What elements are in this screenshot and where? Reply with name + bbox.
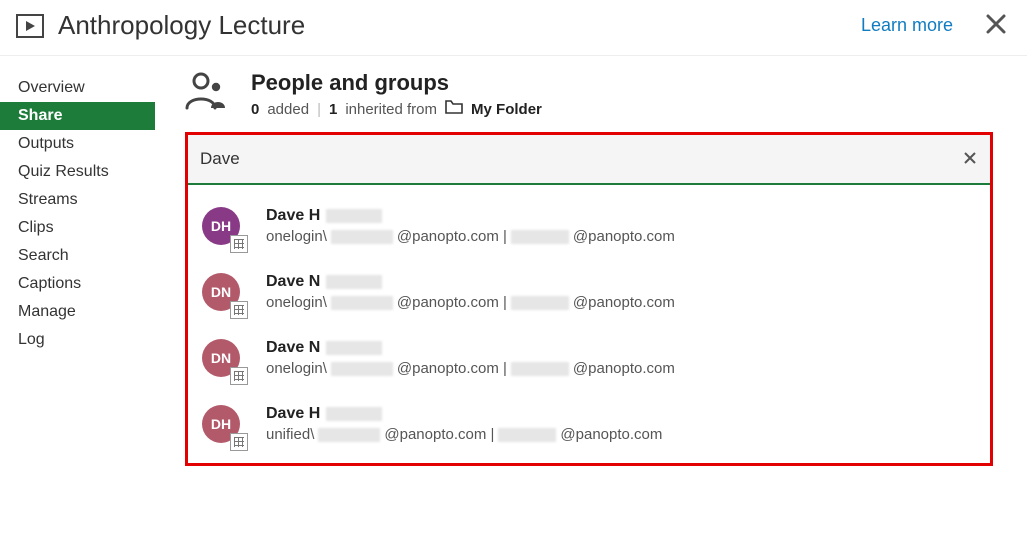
dialog-header: Anthropology Lecture Learn more [0, 0, 1027, 56]
sidebar-item-manage[interactable]: Manage [0, 298, 155, 326]
redacted [511, 296, 569, 310]
inherited-label: inherited from [345, 101, 437, 118]
search-result[interactable]: DN Dave N onelogin\@panopto.com | @panopto… [202, 327, 976, 393]
redacted [511, 230, 569, 244]
redacted [326, 407, 382, 421]
result-detail: onelogin\@panopto.com | @panopto.com [266, 294, 976, 311]
sidebar-item-overview[interactable]: Overview [0, 74, 155, 102]
share-subline: 0 added | 1 inherited from My Folder [251, 100, 542, 118]
result-name: Dave N [266, 273, 976, 291]
result-detail: onelogin\@panopto.com | @panopto.com [266, 228, 976, 245]
redacted [326, 209, 382, 223]
sidebar-item-clips[interactable]: Clips [0, 214, 155, 242]
folder-name: My Folder [471, 101, 542, 118]
sidebar-item-outputs[interactable]: Outputs [0, 130, 155, 158]
video-icon [16, 14, 44, 38]
result-name: Dave N [266, 339, 976, 357]
redacted [331, 362, 393, 376]
folder-icon [445, 100, 463, 118]
sidebar-item-quiz-results[interactable]: Quiz Results [0, 158, 155, 186]
redacted [498, 428, 556, 442]
avatar: DH [202, 405, 244, 447]
sidebar-item-search[interactable]: Search [0, 242, 155, 270]
share-panel: People and groups 0 added | 1 inherited … [155, 56, 1027, 466]
result-detail: unified\@panopto.com | @panopto.com [266, 426, 976, 443]
result-detail: onelogin\@panopto.com | @panopto.com [266, 360, 976, 377]
page-title: Anthropology Lecture [58, 10, 305, 41]
inherited-count: 1 [329, 101, 337, 118]
redacted [331, 230, 393, 244]
sidebar-item-streams[interactable]: Streams [0, 186, 155, 214]
sidebar-item-captions[interactable]: Captions [0, 270, 155, 298]
people-search-input[interactable] [188, 135, 950, 183]
close-button[interactable] [981, 12, 1011, 40]
result-name: Dave H [266, 405, 976, 423]
avatar: DH [202, 207, 244, 249]
search-result[interactable]: DH Dave H onelogin\@panopto.com | @panopto… [202, 195, 976, 261]
clear-search-button[interactable] [950, 149, 990, 170]
added-count: 0 [251, 101, 259, 118]
search-result[interactable]: DN Dave N onelogin\@panopto.com | @panopto… [202, 261, 976, 327]
org-icon [230, 433, 248, 451]
share-heading: People and groups [251, 70, 542, 96]
redacted [511, 362, 569, 376]
redacted [318, 428, 380, 442]
search-highlight: DH Dave H onelogin\@panopto.com | @panopto… [185, 132, 993, 466]
search-results: DH Dave H onelogin\@panopto.com | @panopto… [188, 185, 990, 463]
redacted [331, 296, 393, 310]
avatar: DN [202, 273, 244, 315]
org-icon [230, 235, 248, 253]
sidebar: Overview Share Outputs Quiz Results Stre… [0, 56, 155, 466]
redacted [326, 341, 382, 355]
result-name: Dave H [266, 207, 976, 225]
added-label: added [267, 101, 309, 118]
sidebar-item-share[interactable]: Share [0, 102, 155, 130]
org-icon [230, 367, 248, 385]
org-icon [230, 301, 248, 319]
people-icon [185, 70, 233, 115]
search-row [188, 135, 990, 185]
sidebar-item-log[interactable]: Log [0, 326, 155, 354]
learn-more-link[interactable]: Learn more [861, 15, 953, 36]
redacted [326, 275, 382, 289]
search-result[interactable]: DH Dave H unified\@panopto.com | @panopto.… [202, 393, 976, 459]
avatar: DN [202, 339, 244, 381]
